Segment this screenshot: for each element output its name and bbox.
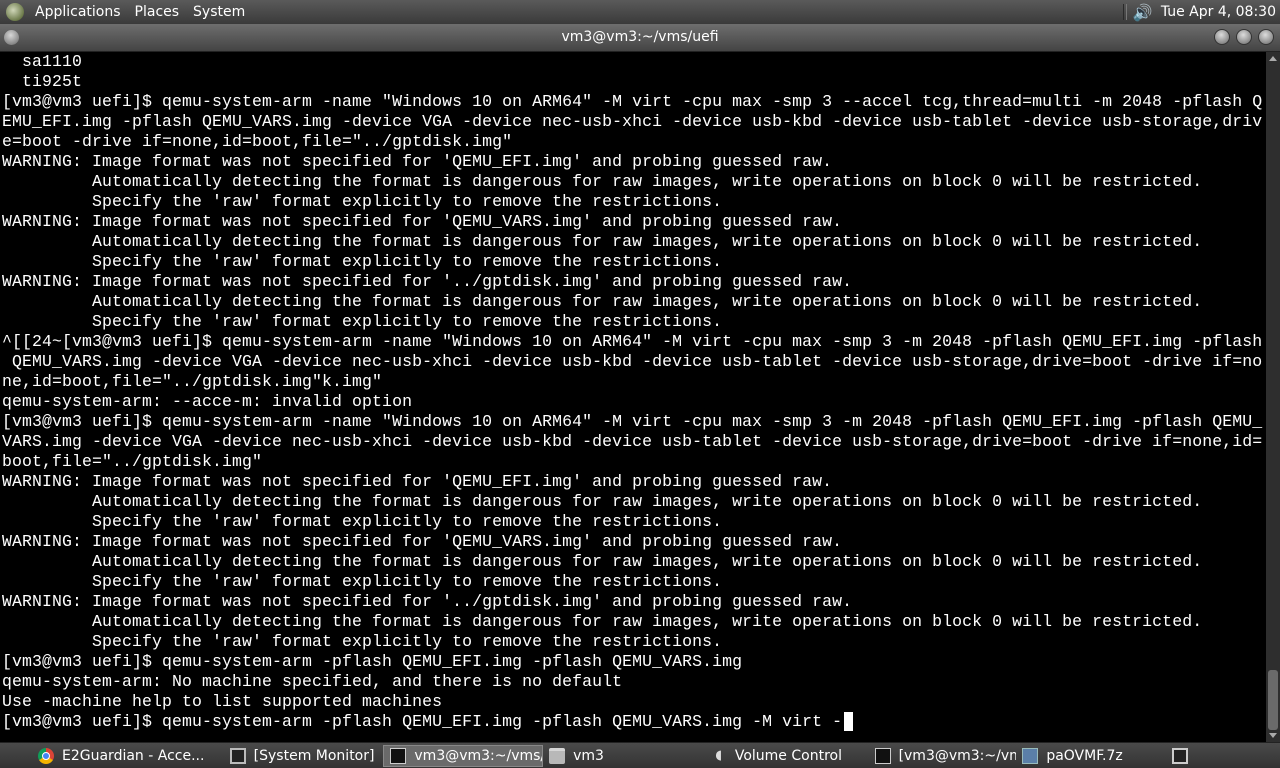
terminal-line: qemu-system-arm: No machine specified, a…: [2, 672, 623, 691]
terminal-line: WARNING: Image format was not specified …: [2, 472, 833, 491]
terminal-line: Use -machine help to list supported mach…: [2, 692, 443, 711]
terminal-line: Specify the 'raw' format explicitly to r…: [2, 192, 723, 211]
show-desktop-icon: [1172, 747, 1189, 764]
close-button[interactable]: [1258, 29, 1274, 45]
task-label: Volume Control: [734, 747, 842, 764]
minimize-button[interactable]: [1214, 29, 1230, 45]
terminal-line: Specify the 'raw' format explicitly to r…: [2, 512, 723, 531]
task-label: E2Guardian - Acce...: [62, 747, 205, 764]
terminal-line: [vm3@vm3 uefi]$ qemu-system-arm -pflash …: [2, 652, 743, 671]
terminal-line: Automatically detecting the format is da…: [2, 492, 1203, 511]
taskbar: E2Guardian - Acce... [System Monitor] vm…: [0, 742, 1280, 768]
top-panel: Applications Places System 🔊 Tue Apr 4, …: [0, 0, 1280, 24]
scroll-up-arrow-icon[interactable]: [1269, 56, 1277, 61]
top-panel-tray: 🔊 Tue Apr 4, 08:30: [1117, 0, 1280, 24]
terminal-scrollbar[interactable]: [1266, 52, 1280, 742]
scroll-down-arrow-icon[interactable]: [1269, 733, 1277, 738]
speaker-icon: ◖: [715, 747, 723, 763]
terminal-icon: [874, 747, 891, 764]
terminal-line: Automatically detecting the format is da…: [2, 612, 1203, 631]
terminal-line: qemu-system-arm: --acce-m: invalid optio…: [2, 392, 413, 411]
places-menu[interactable]: Places: [128, 0, 187, 24]
terminal-line: QEMU_VARS.img -device VGA -device nec-us…: [2, 352, 1263, 371]
terminal-output: sa1110 ti925t [vm3@vm3 uefi]$ qemu-system…: [0, 52, 1266, 732]
terminal-line: ^[[24~[vm3@vm3 uefi]$ qemu-system-arm -n…: [2, 332, 1263, 351]
folder-icon: [549, 747, 566, 764]
task-system-monitor[interactable]: [System Monitor]: [224, 745, 384, 767]
task-label: paOVMF.7z: [1046, 747, 1123, 764]
panel-separator: [1122, 4, 1127, 20]
terminal-line: Specify the 'raw' format explicitly to r…: [2, 632, 723, 651]
terminal-line: ne,id=boot,file="../gptdisk.img"k.img": [2, 372, 383, 391]
task-label: [vm3@vm3:~/vms]: [898, 747, 1017, 764]
clock[interactable]: Tue Apr 4, 08:30: [1153, 4, 1280, 20]
terminal-line: [vm3@vm3 uefi]$ qemu-system-arm -name "W…: [2, 92, 1263, 111]
show-desktop-button[interactable]: [1166, 745, 1202, 767]
terminal-line: Specify the 'raw' format explicitly to r…: [2, 312, 723, 331]
task-folder-vm3[interactable]: vm3: [543, 745, 705, 767]
task-label: [System Monitor]: [253, 747, 375, 764]
task-volume-control[interactable]: ◖ Volume Control: [705, 745, 869, 767]
system-menu[interactable]: System: [186, 0, 252, 24]
chrome-icon: [38, 747, 54, 764]
task-e2guardian[interactable]: E2Guardian - Acce...: [32, 745, 224, 767]
terminal-view[interactable]: sa1110 ti925t [vm3@vm3 uefi]$ qemu-system…: [0, 52, 1266, 742]
archive-icon: [1022, 747, 1039, 764]
terminal-line: [vm3@vm3 uefi]$ qemu-system-arm -pflash …: [2, 712, 843, 731]
task-terminal-uefi[interactable]: vm3@vm3:~/vms/...: [383, 744, 544, 767]
terminal-line: Specify the 'raw' format explicitly to r…: [2, 572, 723, 591]
maximize-button[interactable]: [1236, 29, 1252, 45]
task-label: vm3: [573, 747, 604, 764]
terminal-line: Automatically detecting the format is da…: [2, 292, 1203, 311]
terminal-line: WARNING: Image format was not specified …: [2, 152, 833, 171]
terminal-line: WARNING: Image format was not specified …: [2, 592, 853, 611]
terminal-line: [vm3@vm3 uefi]$ qemu-system-arm -name "W…: [2, 412, 1263, 431]
window-title: vm3@vm3:~/vms/uefi: [561, 29, 719, 45]
terminal-line: e=boot -drive if=none,id=boot,file="../g…: [2, 132, 513, 151]
terminal-line: VARS.img -device VGA -device nec-usb-xhc…: [2, 432, 1263, 451]
terminal-line: Automatically detecting the format is da…: [2, 552, 1203, 571]
terminal-line: sa1110: [2, 52, 83, 71]
terminal-line: WARNING: Image format was not specified …: [2, 272, 853, 291]
task-terminal-vms[interactable]: [vm3@vm3:~/vms]: [869, 745, 1017, 767]
terminal-line: WARNING: Image format was not specified …: [2, 532, 843, 551]
distro-logo-icon[interactable]: [6, 3, 24, 21]
volume-icon[interactable]: 🔊: [1133, 3, 1153, 22]
terminal-line: ti925t: [2, 72, 83, 91]
system-monitor-icon: [229, 747, 246, 764]
terminal-line: Automatically detecting the format is da…: [2, 172, 1203, 191]
text-cursor: [844, 712, 854, 731]
terminal-icon: [390, 747, 407, 764]
task-paovmf-archive[interactable]: paOVMF.7z: [1016, 745, 1166, 767]
window-titlebar[interactable]: vm3@vm3:~/vms/uefi: [0, 24, 1280, 52]
terminal-line: Automatically detecting the format is da…: [2, 232, 1203, 251]
applications-menu[interactable]: Applications: [28, 0, 128, 24]
scrollbar-thumb[interactable]: [1268, 670, 1278, 730]
terminal-line: boot,file="../gptdisk.img": [2, 452, 263, 471]
terminal-line: Specify the 'raw' format explicitly to r…: [2, 252, 723, 271]
task-label: vm3@vm3:~/vms/...: [414, 747, 542, 764]
window-menu-button[interactable]: [4, 30, 19, 45]
terminal-line: WARNING: Image format was not specified …: [2, 212, 843, 231]
terminal-line: EMU_EFI.img -pflash QEMU_VARS.img -devic…: [2, 112, 1263, 131]
